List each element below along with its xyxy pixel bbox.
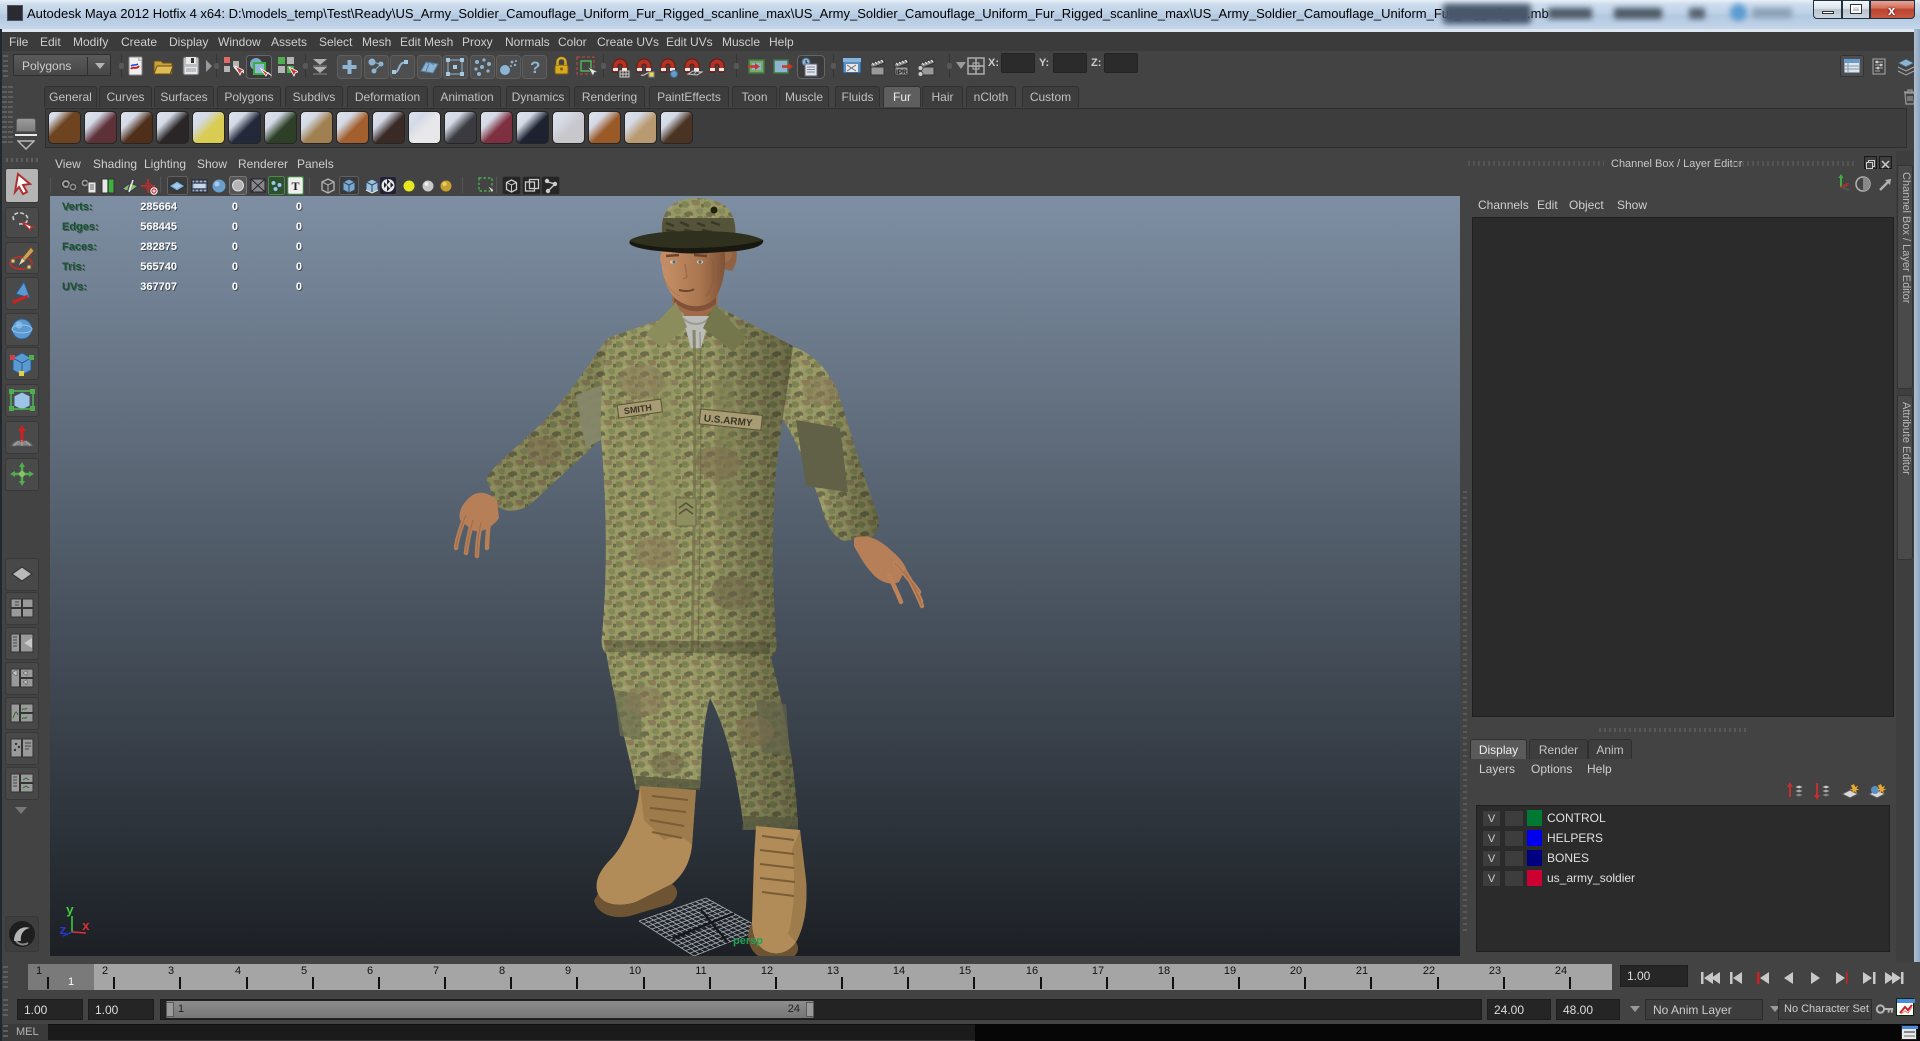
svg-text:y: y (66, 903, 74, 918)
svg-text:x: x (82, 919, 90, 934)
svg-text:z: z (59, 923, 67, 938)
svg-text:T: T (292, 179, 300, 193)
svg-text:?: ? (530, 58, 540, 77)
svg-text:IPR: IPR (896, 69, 907, 76)
